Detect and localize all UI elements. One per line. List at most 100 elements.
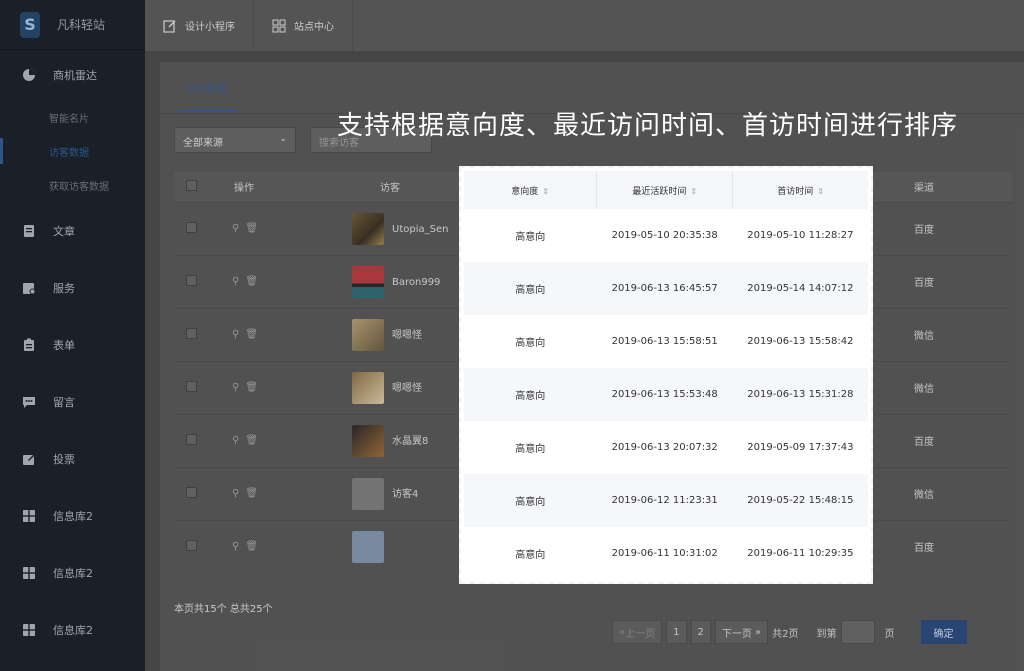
sort-recent-label: 最近活跃时间 <box>632 186 687 197</box>
message-icon <box>22 395 36 409</box>
confirm-button[interactable]: 确定 <box>920 620 967 644</box>
first-cell: 2019-05-10 11:28:27 <box>747 230 854 241</box>
site-center-button[interactable]: 站点中心 <box>254 0 353 51</box>
recent-cell: 2019-06-13 15:53:48 <box>596 368 733 421</box>
sortable-header: 意向度 ⇕ 最近活跃时间 ⇕ 首访时间 ⇕ <box>464 171 868 209</box>
count-summary: 本页共15个 总共25个 <box>174 604 273 615</box>
design-miniprogram-button[interactable]: 设计小程序 <box>145 0 254 51</box>
sidebar-item-label: 投票 <box>53 452 75 466</box>
sort-icon: ⇕ <box>690 186 698 196</box>
row-checkbox[interactable] <box>186 380 197 392</box>
source-select-value: 全部来源 <box>183 138 223 149</box>
sortable-table: 意向度 ⇕ 最近活跃时间 ⇕ 首访时间 ⇕ 高意向 2019-05-10 20:35:… <box>464 171 868 580</box>
table-row: 高意向 2019-06-13 15:58:51 2019-06-13 15:58… <box>464 315 868 368</box>
grid-icon <box>22 509 36 523</box>
sort-intent-header[interactable]: 意向度 ⇕ <box>464 171 598 209</box>
goto-page-input[interactable] <box>840 620 875 644</box>
sort-recent-header[interactable]: 最近活跃时间 ⇕ <box>596 171 734 209</box>
row-checkbox[interactable] <box>186 327 197 339</box>
site-center-label: 站点中心 <box>294 22 334 33</box>
search-icon[interactable]: ⚲ <box>232 223 239 234</box>
visitor-channel: 微信 <box>914 466 1012 520</box>
tab-visitor-data[interactable]: 访客数据 <box>178 80 236 111</box>
sidebar: S 凡科轻站 商机雷达 智能名片 访客数据 获取访客数据 文章 服务 表单 留言… <box>0 0 145 671</box>
page-1-button[interactable]: 1 <box>666 620 687 644</box>
sidebar-item-label: 服务 <box>53 281 75 295</box>
search-icon[interactable]: ⚲ <box>232 276 239 287</box>
sidebar-item-message[interactable]: 留言 <box>0 373 145 430</box>
sidebar-sub-card[interactable]: 智能名片 <box>0 100 145 134</box>
search-icon[interactable]: ⚲ <box>232 329 239 340</box>
search-icon[interactable]: ⚲ <box>232 541 239 552</box>
sidebar-item-label: 信息库2 <box>53 509 93 523</box>
row-checkbox[interactable] <box>186 433 197 445</box>
grid-icon <box>22 566 36 580</box>
trash-icon[interactable]: 🗑 <box>245 382 258 393</box>
design-miniprogram-label: 设计小程序 <box>185 22 235 33</box>
sidebar-item-article[interactable]: 文章 <box>0 202 145 259</box>
search-icon[interactable]: ⚲ <box>232 382 239 393</box>
sort-icon: ⇕ <box>542 186 549 196</box>
source-select[interactable]: 全部来源 ⌄ <box>174 127 296 153</box>
visitor-channel: 百度 <box>914 413 1012 467</box>
recent-cell: 2019-05-10 20:35:38 <box>611 230 718 241</box>
service-icon <box>22 281 36 295</box>
avatar <box>352 318 384 351</box>
brand-row[interactable]: S 凡科轻站 <box>0 0 145 50</box>
select-all-checkbox[interactable] <box>186 179 197 191</box>
sidebar-item-radar[interactable]: 商机雷达 <box>0 50 145 100</box>
sidebar-item-label: 信息库2 <box>53 623 93 637</box>
sort-highlight-panel: 意向度 ⇕ 最近活跃时间 ⇕ 首访时间 ⇕ 高意向 2019-05-10 20:35:… <box>459 166 873 584</box>
apps-grid-icon <box>272 19 286 32</box>
trash-icon[interactable]: 🗑 <box>245 435 258 446</box>
trash-icon[interactable]: 🗑 <box>245 223 258 234</box>
avatar <box>352 424 384 457</box>
trash-icon[interactable]: 🗑 <box>245 276 258 287</box>
trash-icon[interactable]: 🗑 <box>245 488 258 499</box>
table-row: 高意向 2019-06-11 10:31:02 2019-06-11 10:29… <box>464 527 868 580</box>
trash-icon[interactable]: 🗑 <box>245 329 258 340</box>
trash-icon[interactable]: 🗑 <box>245 541 258 552</box>
total-pages: 共2页 <box>772 628 799 640</box>
first-cell: 2019-05-09 17:37:43 <box>747 442 854 453</box>
logo-icon: S <box>20 11 40 38</box>
col-channel: 渠道 <box>914 172 1012 202</box>
intent-cell: 高意向 <box>464 262 597 315</box>
sidebar-item-form[interactable]: 表单 <box>0 316 145 373</box>
sidebar-item-label: 信息库2 <box>53 566 93 580</box>
prev-page-button[interactable]: « 上一页 <box>612 620 663 644</box>
next-page-button[interactable]: 下一页 » <box>714 620 769 644</box>
sidebar-sub-visitor-data[interactable]: 访客数据 <box>0 134 145 168</box>
visitor-name: Utopia_Sen <box>392 223 449 235</box>
search-icon[interactable]: ⚲ <box>232 488 239 499</box>
search-icon[interactable]: ⚲ <box>232 435 239 446</box>
intent-cell: 高意向 <box>515 444 546 455</box>
sort-first-header[interactable]: 首访时间 ⇕ <box>732 171 868 209</box>
sidebar-item-service[interactable]: 服务 <box>0 259 145 316</box>
row-checkbox[interactable] <box>186 539 197 551</box>
recent-cell: 2019-06-13 15:58:51 <box>611 336 718 347</box>
sidebar-item-infolib-2[interactable]: 信息库2 <box>0 544 145 601</box>
next-page-label: 下一页 <box>721 628 752 640</box>
row-checkbox[interactable] <box>186 221 197 233</box>
avatar <box>352 530 384 563</box>
sidebar-item-infolib-3[interactable]: 信息库2 <box>0 601 145 658</box>
first-cell: 2019-05-14 14:07:12 <box>732 262 868 315</box>
sort-icon: ⇕ <box>817 186 824 196</box>
row-checkbox[interactable] <box>186 486 197 498</box>
sidebar-item-label: 表单 <box>53 338 75 352</box>
visitor-name: Baron999 <box>392 276 441 288</box>
page-2-button[interactable]: 2 <box>690 620 711 644</box>
sidebar-item-infolib-1[interactable]: 信息库2 <box>0 487 145 544</box>
pie-chart-icon <box>22 68 36 82</box>
page-unit: 页 <box>884 628 895 640</box>
visitor-channel: 百度 <box>914 254 1012 308</box>
sidebar-item-vote[interactable]: 投票 <box>0 430 145 487</box>
row-checkbox[interactable] <box>186 274 197 286</box>
first-cell: 2019-06-13 15:58:42 <box>747 336 854 347</box>
recent-cell: 2019-06-13 20:07:32 <box>611 442 718 453</box>
sidebar-item-label: 商机雷达 <box>53 69 97 82</box>
sidebar-sub-get-visitor[interactable]: 获取访客数据 <box>0 168 145 202</box>
intent-cell: 高意向 <box>515 550 546 561</box>
sidebar-item-label: 文章 <box>53 224 75 238</box>
